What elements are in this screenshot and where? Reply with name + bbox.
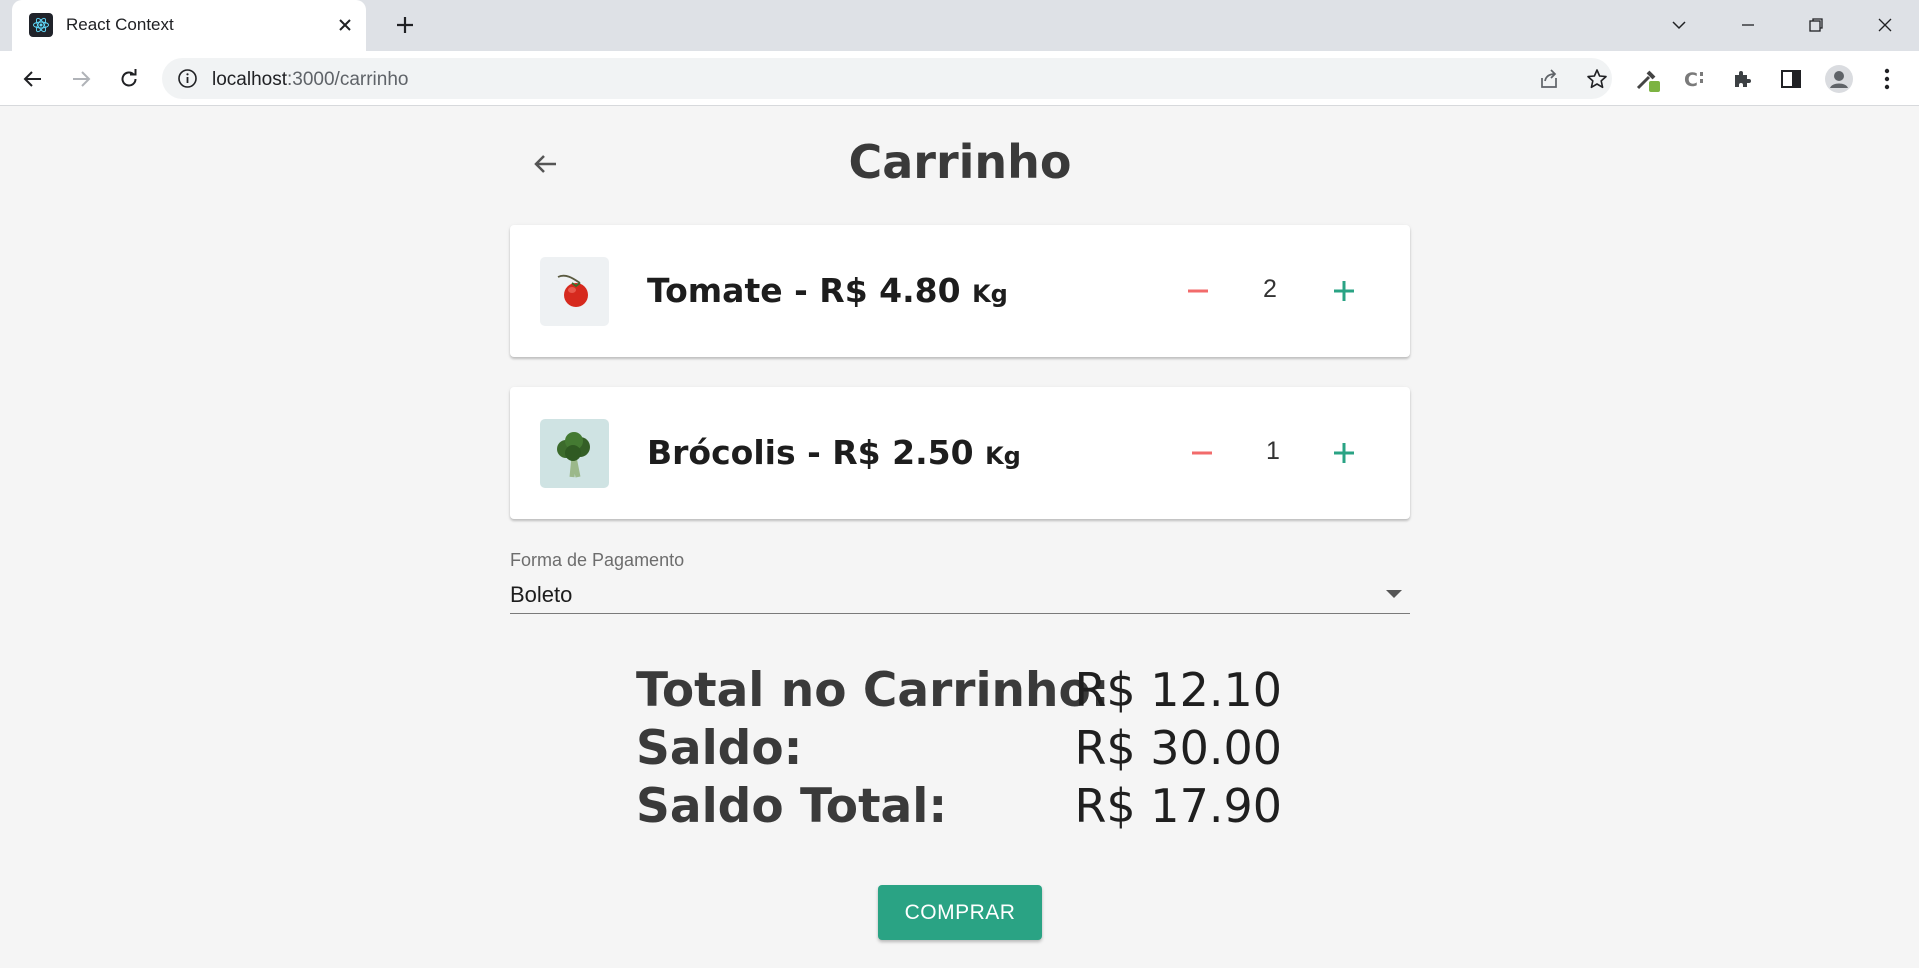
quantity-value: 1 (1266, 437, 1280, 465)
share-icon[interactable] (1536, 66, 1562, 92)
final-balance-row: Saldo Total: R$ 17.90 (636, 779, 1282, 837)
item-name-text: Brócolis - R$ 2.50 (647, 433, 974, 472)
back-arrow-icon[interactable] (16, 62, 50, 96)
tomato-image (540, 257, 609, 326)
puzzle-icon[interactable] (1726, 62, 1760, 96)
profile-icon[interactable] (1822, 62, 1856, 96)
eyedropper-extension-icon[interactable] (1630, 62, 1664, 96)
close-window-icon[interactable] (1868, 8, 1902, 42)
menu-icon[interactable] (1870, 62, 1904, 96)
cart-item-card: Brócolis - R$ 2.50 Kg 1 (510, 387, 1410, 519)
increase-quantity-button[interactable] (1324, 271, 1364, 311)
minus-icon (1188, 289, 1208, 293)
svg-text:C: C (1684, 69, 1698, 91)
plus-icon[interactable] (392, 12, 418, 38)
forward-arrow-icon[interactable] (64, 62, 98, 96)
cart-total-row: Total no Carrinho: R$ 12.10 (636, 663, 1282, 721)
url-host: localhost (212, 69, 287, 90)
star-icon[interactable] (1584, 66, 1610, 92)
cart-item-name: Brócolis - R$ 2.50 Kg (647, 433, 1021, 472)
final-balance-value: R$ 17.90 (1074, 779, 1282, 833)
chevron-down-icon[interactable] (1662, 8, 1696, 42)
page-title: Carrinho (848, 135, 1072, 189)
minus-icon (1192, 451, 1212, 455)
url-path: :3000/carrinho (287, 69, 409, 90)
browser-tab-bar: React Context (0, 0, 1919, 51)
payment-method-select[interactable]: Boleto (510, 574, 1410, 614)
cart-item-name: Tomate - R$ 4.80 Kg (647, 271, 1008, 310)
item-unit: Kg (985, 442, 1021, 470)
url-text: localhost:3000/carrinho (212, 69, 408, 91)
react-icon (29, 13, 53, 37)
dropdown-arrow-icon (1386, 590, 1402, 598)
buy-button[interactable]: COMPRAR (878, 885, 1042, 940)
tab-title: React Context (66, 15, 174, 34)
restore-icon[interactable] (1799, 8, 1833, 42)
cart-total-label: Total no Carrinho: (636, 663, 1110, 718)
broccoli-image (540, 419, 609, 488)
browser-tab[interactable]: React Context (12, 0, 366, 51)
info-icon[interactable] (177, 68, 198, 89)
page: Carrinho Tomate - R$ 4.80 Kg 2 Brócolis … (0, 107, 1919, 968)
decrease-quantity-button[interactable] (1182, 433, 1222, 473)
plus-icon (1334, 281, 1354, 301)
cart-totals: Total no Carrinho: R$ 12.10 Saldo: R$ 30… (636, 663, 1282, 837)
balance-label: Saldo: (636, 721, 803, 776)
increase-quantity-button[interactable] (1324, 433, 1364, 473)
final-balance-label: Saldo Total: (636, 779, 948, 834)
address-bar[interactable]: localhost:3000/carrinho (162, 58, 1612, 99)
decrease-quantity-button[interactable] (1178, 271, 1218, 311)
plus-icon (1334, 443, 1354, 463)
cart-total-value: R$ 12.10 (1074, 663, 1282, 717)
css-extension-icon[interactable]: C (1678, 62, 1712, 96)
payment-method-label: Forma de Pagamento (510, 550, 685, 570)
cart-item-card: Tomate - R$ 4.80 Kg 2 (510, 225, 1410, 357)
item-unit: Kg (972, 280, 1008, 308)
balance-value: R$ 30.00 (1074, 721, 1282, 775)
payment-method-value: Boleto (510, 582, 573, 607)
minimize-icon[interactable] (1731, 8, 1765, 42)
reload-icon[interactable] (112, 62, 146, 96)
browser-toolbar: localhost:3000/carrinho C (0, 51, 1919, 106)
quantity-value: 2 (1263, 275, 1277, 303)
close-icon[interactable] (332, 12, 358, 38)
side-panel-icon[interactable] (1774, 62, 1808, 96)
balance-row: Saldo: R$ 30.00 (636, 721, 1282, 779)
item-name-text: Tomate - R$ 4.80 (647, 271, 961, 310)
